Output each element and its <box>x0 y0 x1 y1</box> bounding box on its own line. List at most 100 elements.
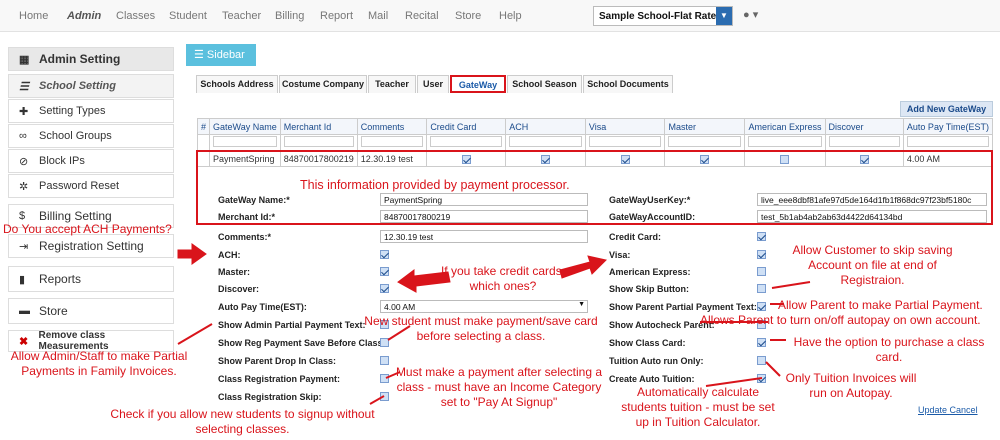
sidebar-item-reports[interactable]: ▮ Reports <box>8 266 174 292</box>
sidebar-item-school-setting[interactable]: ☰ School Setting <box>8 74 174 98</box>
sidebar-item-label: Block IPs <box>39 155 85 167</box>
tab-user[interactable]: User <box>417 75 449 93</box>
label-class-reg-skip: Class Registration Skip: <box>218 392 322 402</box>
nav-help[interactable]: Help <box>499 10 522 22</box>
nav-classes[interactable]: Classes <box>116 10 155 22</box>
nav-report[interactable]: Report <box>320 10 353 22</box>
nav-admin[interactable]: Admin <box>67 10 101 22</box>
checkbox-class-reg-payment[interactable] <box>380 374 389 383</box>
tab-costume-company[interactable]: Costume Company <box>279 75 367 93</box>
sidebar-item-label: Setting Types <box>39 105 106 117</box>
checkbox-credit-card-form[interactable] <box>757 232 766 241</box>
column-header[interactable]: Merchant Id <box>279 118 358 135</box>
label-gateway-name: GateWay Name:* <box>218 195 290 205</box>
label-ach: ACH: <box>218 250 241 260</box>
label-merchant-id: Merchant Id:* <box>218 212 276 222</box>
tab-teacher[interactable]: Teacher <box>368 75 416 93</box>
filter-cell <box>744 134 826 151</box>
column-header[interactable]: GateWay Name <box>209 118 281 135</box>
filter-row <box>196 134 994 151</box>
column-header[interactable]: Comments <box>356 118 428 135</box>
top-nav: Home Admin Classes Student Teacher Billi… <box>0 0 1000 32</box>
nav-teacher[interactable]: Teacher <box>222 10 261 22</box>
checkbox-visa-form[interactable] <box>757 250 766 259</box>
sidebar-item-label: Store <box>39 304 68 318</box>
update-link[interactable]: Update <box>918 405 947 415</box>
user-menu-icon[interactable]: ● ▾ <box>743 8 758 21</box>
checkbox-parent-drop-in[interactable] <box>380 356 389 365</box>
sidebar-item-registration-setting[interactable]: ⇥ Registration Setting <box>8 234 174 258</box>
sidebar-item-school-groups[interactable]: ∞ School Groups <box>8 124 174 148</box>
sidebar-toggle-label: Sidebar <box>206 49 245 61</box>
filter-select[interactable] <box>509 136 582 147</box>
checkbox-parent-partial[interactable] <box>757 302 766 311</box>
userkey-input[interactable]: live_eee8dbf81afe97d5de164d1fb1f868dc97f… <box>757 193 987 206</box>
merchant-id-input[interactable]: 84870017800219 <box>380 210 588 223</box>
checkbox-create-auto-tuition[interactable] <box>757 374 766 383</box>
checkbox-discover-form[interactable] <box>380 284 389 293</box>
sidebar-item-setting-types[interactable]: ✚ Setting Types <box>8 99 174 123</box>
sidebar-item-store[interactable]: ▬ Store <box>8 298 174 324</box>
checkbox-ach-form[interactable] <box>380 250 389 259</box>
filter-cell <box>584 134 666 151</box>
school-select[interactable]: Sample School-Flat Rate ▼ <box>593 6 733 26</box>
column-header[interactable]: Discover <box>824 118 904 135</box>
account-id-input[interactable]: test_5b1ab4ab2ab63d4422d64134bd <box>757 210 987 223</box>
checkbox-master-form[interactable] <box>380 267 389 276</box>
nav-store[interactable]: Store <box>455 10 481 22</box>
column-header[interactable]: Auto Pay Time(EST) <box>902 118 994 135</box>
auto-pay-time-value: 4.00 AM <box>384 302 416 312</box>
add-gateway-button[interactable]: Add New GateWay <box>900 101 993 117</box>
checkbox-class-card[interactable] <box>757 338 766 347</box>
tab-gateway[interactable]: GateWay <box>450 75 506 93</box>
cancel-link[interactable]: Cancel <box>950 405 978 415</box>
column-header[interactable]: Credit Card <box>426 118 507 135</box>
nav-billing[interactable]: Billing <box>275 10 304 22</box>
label-comments: Comments:* <box>218 232 272 242</box>
auto-pay-time-select[interactable]: 4.00 AM ▼ <box>380 300 588 313</box>
filter-input[interactable] <box>283 136 354 147</box>
gear-icon: ✲ <box>19 180 29 193</box>
label-discover: Discover: <box>218 284 260 294</box>
column-header[interactable]: Master <box>664 118 746 135</box>
filter-select[interactable] <box>588 136 662 147</box>
filter-select[interactable] <box>430 136 503 147</box>
column-header[interactable]: Visa <box>584 118 666 135</box>
sidebar-item-label: Reports <box>39 272 82 286</box>
arrow-admin <box>177 323 213 345</box>
label-tuition-auto-run: Tuition Auto run Only: <box>609 356 704 366</box>
comments-input[interactable]: 12.30.19 test <box>380 230 588 243</box>
gateway-name-input[interactable]: PaymentSpring <box>380 193 588 206</box>
filter-cell <box>356 134 428 151</box>
filter-select[interactable] <box>828 136 900 147</box>
filter-input[interactable] <box>360 136 424 147</box>
checkbox-amex-form[interactable] <box>757 267 766 276</box>
nav-home[interactable]: Home <box>19 10 48 22</box>
menu-icon: ☰ <box>194 49 207 61</box>
nav-mail[interactable]: Mail <box>368 10 388 22</box>
tab-school-season[interactable]: School Season <box>507 75 582 93</box>
nav-recital[interactable]: Recital <box>405 10 439 22</box>
filter-select[interactable] <box>906 136 989 147</box>
nav-student[interactable]: Student <box>169 10 207 22</box>
column-header[interactable]: American Express <box>744 118 826 135</box>
tab-school-documents[interactable]: School Documents <box>583 75 673 93</box>
filter-input[interactable] <box>213 136 277 147</box>
checkbox-skip-button[interactable] <box>757 284 766 293</box>
label-auto-pay-time: Auto Pay Time(EST): <box>218 302 307 312</box>
column-header[interactable]: ACH <box>505 118 586 135</box>
annotation-classcard: Have the option to purchase a class card… <box>793 335 985 364</box>
sidebar-item-label: School Groups <box>39 130 112 142</box>
filter-select[interactable] <box>668 136 742 147</box>
close-icon: ✖ <box>19 335 29 348</box>
sidebar-toggle-button[interactable]: ☰ Sidebar <box>186 44 256 66</box>
sidebar-item-password-reset[interactable]: ✲ Password Reset <box>8 174 174 198</box>
checkbox-class-reg-skip[interactable] <box>380 392 389 401</box>
label-admin-partial: Show Admin Partial Payment Text: <box>218 320 366 330</box>
tab-schools-address[interactable]: Schools Address <box>196 75 278 93</box>
annotation-ach: Do You accept ACH Payments? <box>3 222 172 236</box>
chevron-down-icon: ▼ <box>578 301 585 308</box>
sidebar-item-block-ips[interactable]: ⊘ Block IPs <box>8 149 174 173</box>
checkbox-tuition-auto-run[interactable] <box>757 356 766 365</box>
filter-select[interactable] <box>748 136 822 147</box>
